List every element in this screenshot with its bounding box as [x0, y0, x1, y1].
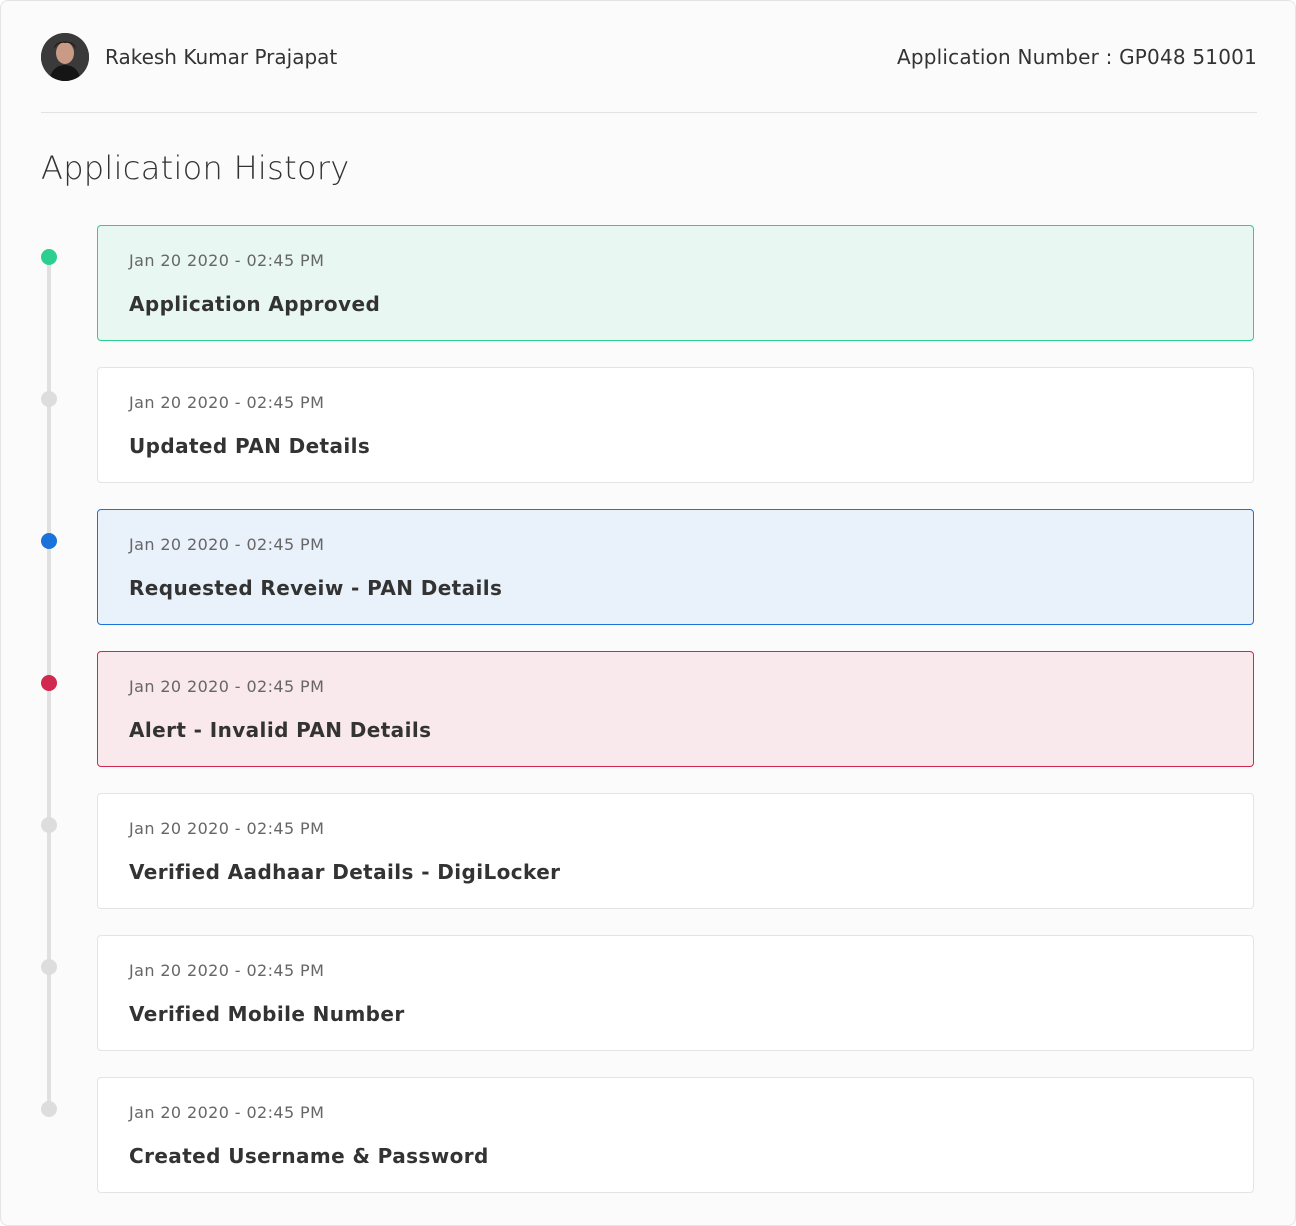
event-date: Jan 20 2020 - 02:45 PM — [129, 677, 325, 696]
history-card-verified-aadhaar[interactable]: Jan 20 2020 - 02:45 PM Verified Aadhaar … — [97, 793, 1254, 909]
event-title: Verified Mobile Number — [129, 1002, 405, 1026]
timeline-dot — [41, 959, 57, 975]
user-photo-icon — [41, 33, 89, 81]
history-card-created-username[interactable]: Jan 20 2020 - 02:45 PM Created Username … — [97, 1077, 1254, 1193]
user-name: Rakesh Kumar Prajapat — [105, 45, 338, 69]
timeline-dot — [41, 1101, 57, 1117]
event-date: Jan 20 2020 - 02:45 PM — [129, 251, 325, 270]
history-card-updated-pan[interactable]: Jan 20 2020 - 02:45 PM Updated PAN Detai… — [97, 367, 1254, 483]
timeline-dot — [41, 817, 57, 833]
page-title: Application History — [41, 149, 350, 187]
event-title: Alert - Invalid PAN Details — [129, 718, 432, 742]
header-divider — [41, 112, 1257, 113]
event-date: Jan 20 2020 - 02:45 PM — [129, 961, 325, 980]
event-title: Application Approved — [129, 292, 381, 316]
history-card-approved[interactable]: Jan 20 2020 - 02:45 PM Application Appro… — [97, 225, 1254, 341]
history-card-alert[interactable]: Jan 20 2020 - 02:45 PM Alert - Invalid P… — [97, 651, 1254, 767]
application-history-panel: Rakesh Kumar Prajapat Application Number… — [0, 0, 1296, 1226]
timeline-dot — [41, 533, 57, 549]
timeline-dot — [41, 391, 57, 407]
event-date: Jan 20 2020 - 02:45 PM — [129, 819, 325, 838]
history-card-verified-mobile[interactable]: Jan 20 2020 - 02:45 PM Verified Mobile N… — [97, 935, 1254, 1051]
event-title: Updated PAN Details — [129, 434, 371, 458]
event-title: Requested Reveiw - PAN Details — [129, 576, 503, 600]
application-number: Application Number : GP048 51001 — [896, 45, 1257, 69]
history-card-requested-review[interactable]: Jan 20 2020 - 02:45 PM Requested Reveiw … — [97, 509, 1254, 625]
event-date: Jan 20 2020 - 02:45 PM — [129, 393, 325, 412]
avatar[interactable] — [41, 33, 89, 81]
header: Rakesh Kumar Prajapat Application Number… — [41, 33, 1257, 81]
event-title: Created Username & Password — [129, 1144, 489, 1168]
timeline-dot — [41, 675, 57, 691]
event-title: Verified Aadhaar Details - DigiLocker — [129, 860, 561, 884]
event-date: Jan 20 2020 - 02:45 PM — [129, 1103, 325, 1122]
timeline-dot — [41, 249, 57, 265]
event-date: Jan 20 2020 - 02:45 PM — [129, 535, 325, 554]
